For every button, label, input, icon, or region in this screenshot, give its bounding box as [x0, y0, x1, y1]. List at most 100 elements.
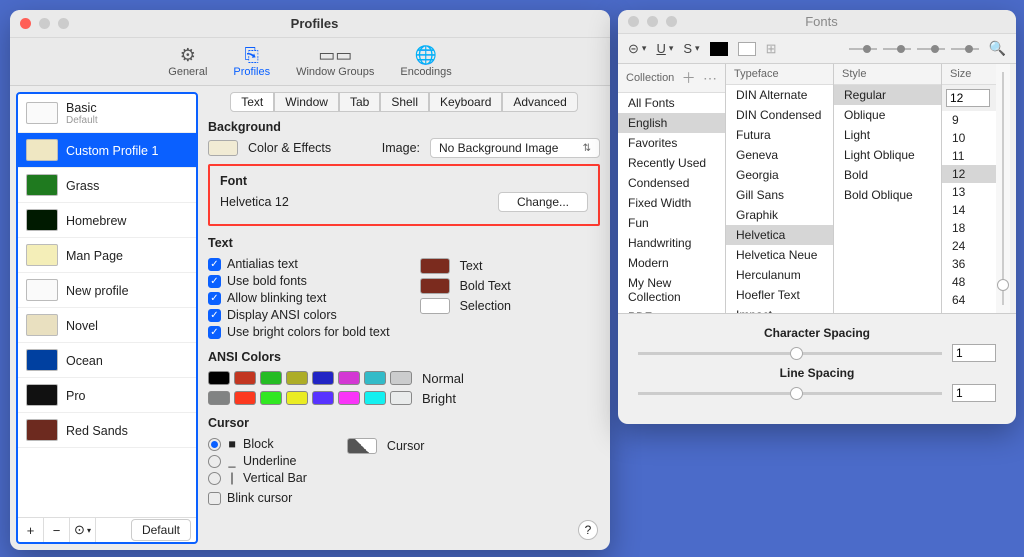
- collection-item[interactable]: Recently Used: [618, 153, 725, 173]
- collection-item[interactable]: My New Collection: [618, 273, 725, 307]
- checkbox-display-ansi-colors[interactable]: [208, 309, 221, 322]
- size-slider[interactable]: [996, 64, 1010, 313]
- profile-row-man-page[interactable]: Man Page: [18, 238, 196, 273]
- style-item[interactable]: Oblique: [834, 105, 941, 125]
- collection-item[interactable]: Handwriting: [618, 233, 725, 253]
- profile-row-homebrew[interactable]: Homebrew: [18, 203, 196, 238]
- size-item[interactable]: 12: [942, 165, 996, 183]
- typeface-item[interactable]: Herculanum: [726, 265, 833, 285]
- profile-row-grass[interactable]: Grass: [18, 168, 196, 203]
- checkbox-allow-blinking-text[interactable]: [208, 292, 221, 305]
- ansi-color-swatch[interactable]: [312, 391, 334, 405]
- profile-row-pro[interactable]: Pro: [18, 378, 196, 413]
- size-item[interactable]: 72: [942, 309, 996, 313]
- profile-row-red-sands[interactable]: Red Sands: [18, 413, 196, 448]
- ansi-color-swatch[interactable]: [338, 391, 360, 405]
- ansi-color-swatch[interactable]: [286, 371, 308, 385]
- ansi-color-swatch[interactable]: [234, 391, 256, 405]
- toolbar-profiles[interactable]: ⎘Profiles: [233, 38, 270, 85]
- profile-action-menu[interactable]: ⊙▾: [70, 518, 96, 542]
- collection-item[interactable]: Favorites: [618, 133, 725, 153]
- ansi-color-swatch[interactable]: [260, 391, 282, 405]
- shadow-blur-slider[interactable]: [883, 42, 911, 56]
- char-spacing-input[interactable]: [952, 344, 996, 362]
- background-image-popup[interactable]: No Background Image⇅: [430, 138, 600, 158]
- style-item[interactable]: Light Oblique: [834, 145, 941, 165]
- fonts-close-traffic-light[interactable]: [628, 16, 639, 27]
- search-icon[interactable]: 🔍: [989, 40, 1006, 57]
- fonts-zoom-traffic-light[interactable]: [666, 16, 677, 27]
- style-item[interactable]: Bold: [834, 165, 941, 185]
- underline-menu[interactable]: U▾: [656, 41, 673, 56]
- blink-cursor-checkbox[interactable]: [208, 492, 221, 505]
- typeface-item[interactable]: Georgia: [726, 165, 833, 185]
- checkbox-use-bold-fonts[interactable]: [208, 275, 221, 288]
- collection-item[interactable]: Fixed Width: [618, 193, 725, 213]
- text-color-swatch[interactable]: [420, 258, 450, 274]
- ansi-color-swatch[interactable]: [260, 371, 282, 385]
- size-item[interactable]: 9: [942, 111, 996, 129]
- close-traffic-light[interactable]: [20, 18, 31, 29]
- ansi-color-swatch[interactable]: [390, 391, 412, 405]
- fonts-minimize-traffic-light[interactable]: [647, 16, 658, 27]
- cursor-radio-block[interactable]: [208, 438, 221, 451]
- ansi-color-swatch[interactable]: [286, 391, 308, 405]
- tab-text[interactable]: Text: [230, 92, 274, 112]
- collection-item[interactable]: English: [618, 113, 725, 133]
- style-item[interactable]: Regular: [834, 85, 941, 105]
- add-profile-button[interactable]: +: [18, 518, 44, 542]
- size-item[interactable]: 13: [942, 183, 996, 201]
- collection-action-menu[interactable]: ⋯: [703, 70, 717, 87]
- set-default-button[interactable]: Default: [131, 519, 191, 541]
- tab-shell[interactable]: Shell: [380, 92, 429, 112]
- remove-profile-button[interactable]: −: [44, 518, 70, 542]
- typeface-item[interactable]: Helvetica Neue: [726, 245, 833, 265]
- shadow-offset-slider[interactable]: [917, 42, 945, 56]
- shadow-opacity-slider[interactable]: [849, 42, 877, 56]
- collection-item[interactable]: Fun: [618, 213, 725, 233]
- toolbar-general[interactable]: ⚙︎General: [168, 38, 207, 85]
- ansi-color-swatch[interactable]: [364, 391, 386, 405]
- typeface-item[interactable]: Impact: [726, 305, 833, 313]
- typeface-item[interactable]: Helvetica: [726, 225, 833, 245]
- paragraph-style-icon[interactable]: ⊞: [766, 41, 777, 57]
- typeface-item[interactable]: Gill Sans: [726, 185, 833, 205]
- tab-tab[interactable]: Tab: [339, 92, 380, 112]
- collection-item[interactable]: PDF: [618, 307, 725, 313]
- profile-row-basic[interactable]: BasicDefault: [18, 94, 196, 133]
- zoom-traffic-light[interactable]: [58, 18, 69, 29]
- bold-text-color-swatch[interactable]: [420, 278, 450, 294]
- toolbar-window-groups[interactable]: ▭▭Window Groups: [296, 38, 374, 85]
- typeface-item[interactable]: Futura: [726, 125, 833, 145]
- typeface-item[interactable]: Hoefler Text: [726, 285, 833, 305]
- ansi-color-swatch[interactable]: [390, 371, 412, 385]
- text-color-swatch[interactable]: [710, 42, 728, 56]
- size-item[interactable]: 24: [942, 237, 996, 255]
- document-color-swatch[interactable]: [738, 42, 756, 56]
- style-item[interactable]: Bold Oblique: [834, 185, 941, 205]
- size-item[interactable]: 18: [942, 219, 996, 237]
- checkbox-use-bright-colors-for-bold-text[interactable]: [208, 326, 221, 339]
- tab-advanced[interactable]: Advanced: [502, 92, 577, 112]
- checkbox-antialias-text[interactable]: [208, 258, 221, 271]
- strike-s-menu[interactable]: S▾: [683, 41, 699, 56]
- char-spacing-slider[interactable]: [638, 352, 942, 355]
- size-input[interactable]: [946, 89, 990, 107]
- ansi-color-swatch[interactable]: [338, 371, 360, 385]
- cursor-radio-underline[interactable]: [208, 455, 221, 468]
- background-color-swatch[interactable]: [208, 140, 238, 156]
- size-item[interactable]: 48: [942, 273, 996, 291]
- ansi-color-swatch[interactable]: [234, 371, 256, 385]
- profile-row-custom-profile-1[interactable]: Custom Profile 1: [18, 133, 196, 168]
- style-item[interactable]: Light: [834, 125, 941, 145]
- ansi-color-swatch[interactable]: [208, 371, 230, 385]
- line-spacing-slider[interactable]: [638, 392, 942, 395]
- toolbar-encodings[interactable]: 🌐Encodings: [400, 38, 451, 85]
- profile-row-novel[interactable]: Novel: [18, 308, 196, 343]
- help-button[interactable]: ?: [578, 520, 598, 540]
- shadow-angle-slider[interactable]: [951, 42, 979, 56]
- tab-window[interactable]: Window: [274, 92, 339, 112]
- profile-row-ocean[interactable]: Ocean: [18, 343, 196, 378]
- collection-item[interactable]: Modern: [618, 253, 725, 273]
- typeface-item[interactable]: DIN Alternate: [726, 85, 833, 105]
